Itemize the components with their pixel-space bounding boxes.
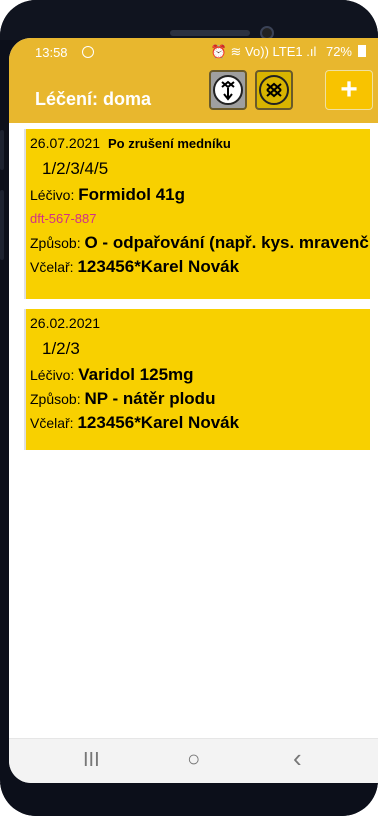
beekeeper-label: Včelař: bbox=[30, 415, 78, 431]
hive-select-button[interactable] bbox=[255, 70, 293, 110]
earpiece bbox=[170, 30, 250, 36]
status-right-icons: ⏰ ≋ Vo)) LTE1 .ıl bbox=[210, 44, 317, 59]
treatment-card[interactable]: 26.07.2021 Po zrušení medníku 1/2/3/4/5 … bbox=[24, 129, 370, 299]
add-button[interactable]: + bbox=[325, 70, 373, 110]
beekeeper-value: 123456*Karel Novák bbox=[77, 257, 240, 276]
side-button bbox=[0, 190, 4, 260]
filter-down-button[interactable] bbox=[209, 70, 247, 110]
hive-ids: 1/2/3 bbox=[42, 339, 80, 358]
recent-apps-button[interactable]: III bbox=[83, 749, 100, 772]
treatment-card[interactable]: 26.02.2021 1/2/3 Léčivo: Varidol 125mg Z… bbox=[24, 309, 370, 450]
treatment-date: 26.07.2021 bbox=[30, 135, 101, 151]
medicine-label: Léčivo: bbox=[30, 187, 79, 203]
hive-arrow-down-icon bbox=[213, 75, 243, 105]
method-label: Způsob: bbox=[30, 391, 85, 407]
top-bezel bbox=[0, 0, 378, 40]
method-label: Způsob: bbox=[30, 235, 85, 251]
beekeeper-line: Včelař: 123456*Karel Novák bbox=[30, 255, 370, 279]
system-nav-bar: III ○ ‹ bbox=[9, 738, 378, 783]
method-line: Způsob: O - odpařování (např. kys. mrave… bbox=[30, 231, 370, 255]
medicine-value: Formidol 41g bbox=[78, 185, 185, 204]
hive-ids: 1/2/3/4/5 bbox=[42, 159, 109, 178]
medicine-value: Varidol 125mg bbox=[78, 365, 194, 384]
method-value: O - odpařování (např. kys. mravenčí) bbox=[84, 233, 370, 252]
treatment-note: Po zrušení medníku bbox=[107, 136, 231, 151]
medicine-label: Léčivo: bbox=[30, 367, 79, 383]
battery-icon bbox=[358, 45, 366, 57]
beekeeper-line: Včelař: 123456*Karel Novák bbox=[30, 411, 370, 435]
method-value: NP - nátěr plodu bbox=[84, 389, 216, 408]
batch-code: dft-567-887 bbox=[30, 211, 97, 226]
method-line: Způsob: NP - nátěr plodu bbox=[30, 387, 370, 411]
treatment-date: 26.02.2021 bbox=[30, 315, 101, 331]
medicine-line: Léčivo: Varidol 125mg bbox=[30, 363, 370, 387]
notification-icon bbox=[82, 46, 94, 58]
home-button[interactable]: ○ bbox=[187, 746, 200, 772]
hive-pattern-icon bbox=[259, 75, 289, 105]
side-button bbox=[0, 130, 4, 170]
battery-level: 72% bbox=[325, 44, 352, 59]
status-icons: ⏰ ≋ Vo)) LTE1 .ıl 72% bbox=[205, 44, 366, 60]
status-bar: 13:58 ⏰ ≋ Vo)) LTE1 .ıl 72% bbox=[9, 38, 378, 66]
back-button[interactable]: ‹ bbox=[293, 743, 302, 774]
screen: 13:58 ⏰ ≋ Vo)) LTE1 .ıl 72% Léčení: doma bbox=[9, 38, 378, 783]
bottom-bezel bbox=[0, 783, 378, 816]
status-time: 13:58 bbox=[35, 45, 68, 60]
medicine-line: Léčivo: Formidol 41g bbox=[30, 183, 370, 207]
treatment-date-line: 26.02.2021 bbox=[30, 311, 370, 335]
beekeeper-value: 123456*Karel Novák bbox=[77, 413, 240, 432]
page-title: Léčení: doma bbox=[35, 89, 152, 109]
app-bar: 13:58 ⏰ ≋ Vo)) LTE1 .ıl 72% Léčení: doma bbox=[9, 38, 378, 123]
phone-frame: 13:58 ⏰ ≋ Vo)) LTE1 .ıl 72% Léčení: doma bbox=[0, 0, 378, 816]
treatment-date-line: 26.07.2021 Po zrušení medníku bbox=[30, 131, 370, 155]
beekeeper-label: Včelař: bbox=[30, 259, 78, 275]
